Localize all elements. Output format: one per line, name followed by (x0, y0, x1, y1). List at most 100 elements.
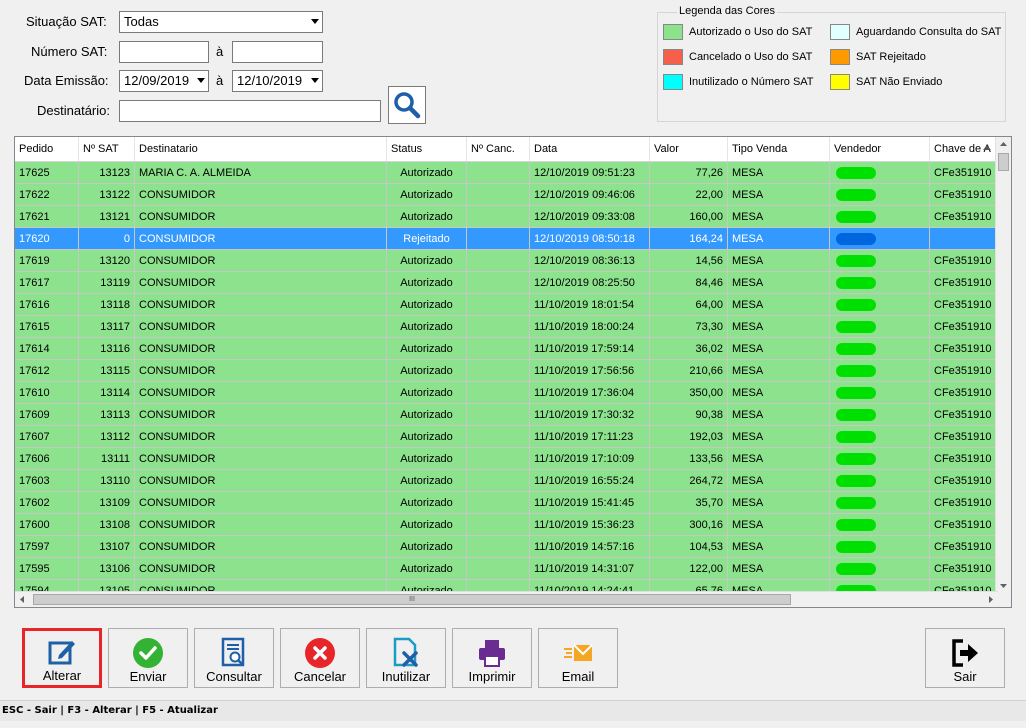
data-from-picker[interactable]: 12/09/2019 (119, 70, 209, 92)
column-header[interactable]: Data (530, 137, 650, 161)
table-cell: 35,70 (650, 492, 728, 514)
scroll-down-icon[interactable] (996, 579, 1011, 593)
column-header[interactable]: Tipo Venda (728, 137, 830, 161)
scroll-left-icon[interactable] (15, 592, 29, 607)
table-cell (467, 206, 530, 228)
table-cell: 17615 (15, 316, 79, 338)
email-button[interactable]: Email (538, 628, 618, 688)
table-cell: 64,00 (650, 294, 728, 316)
horizontal-scrollbar[interactable]: III (15, 591, 998, 607)
vendedor-cell (830, 184, 930, 206)
table-row[interactable]: 17612 13115 CONSUMIDOR Autorizado 11/10/2019… (15, 360, 998, 382)
table-row[interactable]: 17625 13123 MARIA C. A. ALMEIDA Autorizado 1… (15, 162, 998, 184)
table-row[interactable]: 17600 13108 CONSUMIDOR Autorizado 11/10/2019… (15, 514, 998, 536)
scroll-up-icon[interactable] (996, 137, 1011, 151)
enviar-label: Enviar (129, 669, 167, 684)
table-cell: Autorizado (387, 360, 467, 382)
table-cell: 17617 (15, 272, 79, 294)
table-row[interactable]: 17595 13106 CONSUMIDOR Autorizado 11/10/2019… (15, 558, 998, 580)
table-cell: 17607 (15, 426, 79, 448)
email-label: Email (561, 669, 595, 684)
vertical-scrollbar[interactable] (995, 137, 1011, 593)
table-row[interactable]: 17602 13109 CONSUMIDOR Autorizado 11/10/2019… (15, 492, 998, 514)
table-cell: 13118 (79, 294, 135, 316)
table-cell (467, 514, 530, 536)
redacted-vendor (836, 167, 876, 179)
table-cell: CFe351910 (930, 382, 998, 404)
sair-button[interactable]: Sair (925, 628, 1005, 688)
table-row[interactable]: 17614 13116 CONSUMIDOR Autorizado 11/10/2019… (15, 338, 998, 360)
legend-swatch (663, 74, 683, 90)
table-cell: 11/10/2019 15:36:23 (530, 514, 650, 536)
numero-label: Número SAT: (31, 44, 108, 59)
table-row[interactable]: 17607 13112 CONSUMIDOR Autorizado 11/10/2019… (15, 426, 998, 448)
horizontal-scroll-thumb[interactable]: III (33, 594, 791, 605)
table-row[interactable]: 17606 13111 CONSUMIDOR Autorizado 11/10/2019… (15, 448, 998, 470)
redacted-vendor (836, 453, 876, 465)
column-header[interactable]: Nº SAT (79, 137, 135, 161)
cancelar-button[interactable]: Cancelar (280, 628, 360, 688)
destinatario-input[interactable] (119, 100, 381, 122)
table-row[interactable]: 17620 0 CONSUMIDOR Rejeitado 12/10/2019 08:5… (15, 228, 998, 250)
data-to-picker[interactable]: 12/10/2019 (232, 70, 323, 92)
document-search-icon (221, 637, 245, 667)
vendedor-cell (830, 426, 930, 448)
search-button[interactable] (388, 86, 426, 124)
table-row[interactable]: 17610 13114 CONSUMIDOR Autorizado 11/10/2019… (15, 382, 998, 404)
column-header[interactable]: Destinatario (135, 137, 387, 161)
column-header[interactable]: Vendedor (830, 137, 930, 161)
table-cell: 192,03 (650, 426, 728, 448)
table-row[interactable]: 17622 13122 CONSUMIDOR Autorizado 12/10/2019… (15, 184, 998, 206)
imprimir-button[interactable]: Imprimir (452, 628, 532, 688)
vertical-scroll-thumb[interactable] (998, 153, 1009, 171)
vendedor-cell (830, 558, 930, 580)
table-row[interactable]: 17619 13120 CONSUMIDOR Autorizado 12/10/2019… (15, 250, 998, 272)
table-cell: 73,30 (650, 316, 728, 338)
table-cell: 17622 (15, 184, 79, 206)
numero-separator: à (216, 44, 224, 59)
table-cell: Autorizado (387, 316, 467, 338)
column-header[interactable]: Status (387, 137, 467, 161)
column-header[interactable]: Pedido (15, 137, 79, 161)
table-row[interactable]: 17616 13118 CONSUMIDOR Autorizado 11/10/2019… (15, 294, 998, 316)
table-row[interactable]: 17617 13119 CONSUMIDOR Autorizado 12/10/2019… (15, 272, 998, 294)
table-cell: MESA (728, 316, 830, 338)
table-cell: 11/10/2019 15:41:45 (530, 492, 650, 514)
table-cell: 11/10/2019 18:01:54 (530, 294, 650, 316)
table-row[interactable]: 17603 13110 CONSUMIDOR Autorizado 11/10/2019… (15, 470, 998, 492)
chevron-down-icon (311, 19, 319, 24)
situacao-select[interactable]: Todas (119, 11, 323, 33)
vendedor-cell (830, 294, 930, 316)
numero-to-input[interactable] (232, 41, 323, 63)
destinatario-label: Destinatário: (37, 103, 110, 118)
enviar-button[interactable]: Enviar (108, 628, 188, 688)
numero-from-input[interactable] (119, 41, 209, 63)
table-row[interactable]: 17597 13107 CONSUMIDOR Autorizado 11/10/2019… (15, 536, 998, 558)
vendedor-cell (830, 470, 930, 492)
alterar-button[interactable]: Alterar (22, 628, 102, 688)
table-cell (467, 294, 530, 316)
table-row[interactable]: 17615 13117 CONSUMIDOR Autorizado 11/10/2019… (15, 316, 998, 338)
table-cell: 13114 (79, 382, 135, 404)
column-header[interactable]: Valor (650, 137, 728, 161)
inutilizar-button[interactable]: Inutilizar (366, 628, 446, 688)
legend-swatch (830, 24, 850, 40)
table-cell: CONSUMIDOR (135, 426, 387, 448)
table-cell: 11/10/2019 17:11:23 (530, 426, 650, 448)
sat-grid[interactable]: Pedido Nº SAT Destinatario Status Nº Canc. Da… (14, 136, 1012, 608)
table-cell: Autorizado (387, 250, 467, 272)
table-cell: 11/10/2019 17:36:04 (530, 382, 650, 404)
table-cell: 12/10/2019 08:50:18 (530, 228, 650, 250)
table-row[interactable]: 17609 13113 CONSUMIDOR Autorizado 11/10/2019… (15, 404, 998, 426)
vendedor-cell (830, 228, 930, 250)
table-cell: CONSUMIDOR (135, 272, 387, 294)
table-row[interactable]: 17621 13121 CONSUMIDOR Autorizado 12/10/2019… (15, 206, 998, 228)
table-cell: 13108 (79, 514, 135, 536)
table-cell (467, 382, 530, 404)
table-cell: 17600 (15, 514, 79, 536)
table-cell: 90,38 (650, 404, 728, 426)
consultar-button[interactable]: Consultar (194, 628, 274, 688)
file-remove-icon (393, 637, 418, 667)
column-header[interactable]: Nº Canc. (467, 137, 530, 161)
legend-swatch (663, 24, 683, 40)
